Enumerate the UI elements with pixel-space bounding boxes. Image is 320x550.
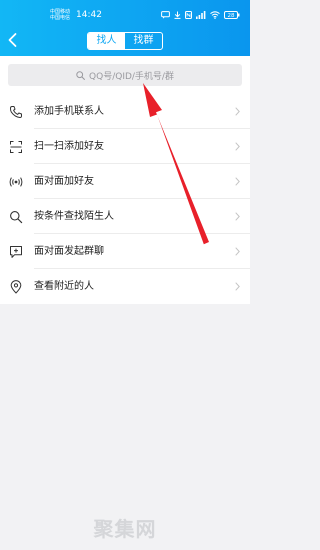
- menu-item-label: 添加手机联系人: [34, 106, 104, 117]
- search-icon: [10, 211, 23, 224]
- search-section: QQ号/QID/手机号/群: [0, 56, 250, 94]
- chevron-right-icon: [235, 177, 240, 186]
- chevron-right-icon: [235, 212, 240, 221]
- chevron-left-icon[interactable]: [5, 31, 21, 49]
- phone-icon: [9, 106, 22, 119]
- location-pin-icon: [10, 280, 22, 294]
- battery-icon: 28: [224, 11, 240, 19]
- segmented-tabs: 找人 找群: [87, 32, 163, 50]
- scan-icon: [10, 141, 22, 153]
- nav-bar: 找人 找群: [0, 24, 250, 56]
- menu-item-add-phone-contacts[interactable]: 添加手机联系人: [0, 94, 250, 129]
- battery-level: 28: [228, 13, 235, 19]
- search-icon: [76, 70, 85, 80]
- status-icons: 28: [161, 10, 240, 20]
- menu-item-label: 查看附近的人: [34, 281, 94, 292]
- carrier-info: 中国移动 中国电信: [50, 9, 74, 21]
- chevron-right-icon: [235, 282, 240, 291]
- search-input[interactable]: QQ号/QID/手机号/群: [8, 64, 242, 86]
- status-bar: 中国移动 中国电信 14:42 28: [0, 0, 250, 24]
- tab-find-groups[interactable]: 找群: [125, 33, 162, 49]
- status-time: 14:42: [76, 10, 102, 20]
- menu-item-label: 扫一扫添加好友: [34, 141, 104, 152]
- nfc-icon: [185, 11, 192, 19]
- chevron-right-icon: [235, 142, 240, 151]
- search-placeholder: QQ号/QID/手机号/群: [89, 71, 174, 82]
- chevron-right-icon: [235, 247, 240, 256]
- menu-item-start-group-chat[interactable]: 面对面发起群聊: [0, 234, 250, 269]
- menu-item-search-strangers[interactable]: 按条件查找陌生人: [0, 199, 250, 234]
- add-friend-menu: 添加手机联系人 扫一扫添加好友 面对面加好友 按条件查找陌生人 面对面发起群聊 …: [0, 94, 250, 304]
- menu-item-label: 面对面发起群聊: [34, 246, 104, 257]
- wifi-icon: [210, 11, 220, 19]
- menu-item-face-to-face-add[interactable]: 面对面加好友: [0, 164, 250, 199]
- menu-item-people-nearby[interactable]: 查看附近的人: [0, 269, 250, 304]
- message-icon: [161, 11, 170, 19]
- carrier-2: 中国电信: [50, 15, 71, 21]
- download-icon: [174, 11, 181, 19]
- menu-item-label: 面对面加好友: [34, 176, 94, 187]
- chat-add-icon: [10, 246, 22, 258]
- broadcast-icon: [9, 177, 23, 187]
- signal-icon: [196, 11, 206, 19]
- menu-item-scan-add-friend[interactable]: 扫一扫添加好友: [0, 129, 250, 164]
- chevron-right-icon: [235, 107, 240, 116]
- app-header: 中国移动 中国电信 14:42 28 找人 找群: [0, 0, 250, 56]
- watermark: 聚集网: [93, 517, 157, 541]
- menu-item-label: 按条件查找陌生人: [34, 211, 114, 222]
- tab-find-people[interactable]: 找人: [88, 33, 125, 49]
